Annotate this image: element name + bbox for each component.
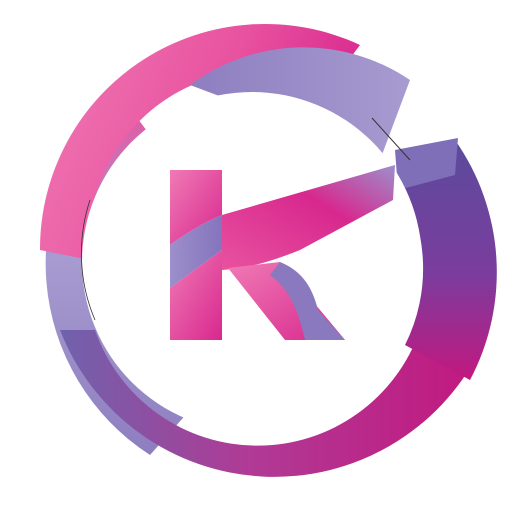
- logo-canvas: [0, 0, 512, 512]
- gk-monogram-logo-icon: [39, 23, 497, 477]
